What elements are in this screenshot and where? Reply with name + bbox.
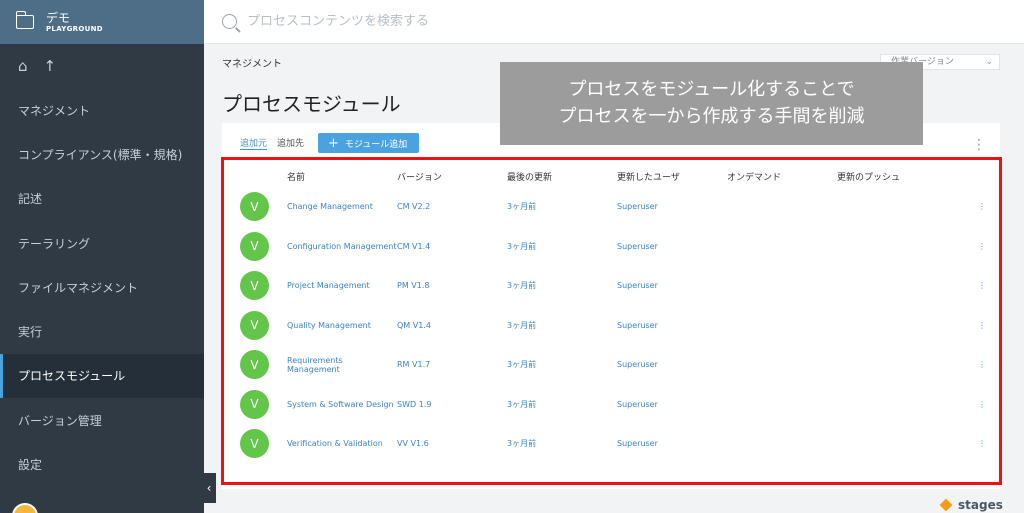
add-module-button[interactable]: + モジュール追加: [318, 133, 419, 153]
add-module-label: モジュール追加: [344, 139, 408, 150]
avatar[interactable]: [12, 503, 38, 513]
callout-line-1: プロセスをモジュール化することで: [568, 79, 855, 100]
tab-bar: 追加元 追加先: [240, 136, 304, 150]
tab-source[interactable]: 追加元: [240, 136, 268, 150]
highlight-frame: [221, 157, 1002, 485]
sidebar-item-compliance[interactable]: コンプライアンス(標準・規格): [0, 132, 204, 176]
callout-line-2: プロセスを一から作成する手間を削減: [558, 106, 865, 127]
chevron-down-icon: ⌄: [985, 57, 993, 67]
sidebar: デモ PLAYGROUND ⌂ ↑ マネジメント コンプライアンス(標準・規格)…: [0, 0, 204, 513]
page-title: プロセスモジュール: [222, 92, 401, 116]
sidebar-item-process-modules[interactable]: プロセスモジュール: [0, 353, 204, 399]
chevron-left-icon: ‹: [206, 481, 212, 495]
nav-icons: ⌂ ↑: [0, 44, 204, 88]
stages-logo: stages: [939, 498, 1003, 512]
sidebar-item-settings[interactable]: 設定: [0, 442, 204, 486]
home-icon[interactable]: ⌂: [18, 57, 28, 75]
breadcrumb[interactable]: マネジメント: [222, 55, 282, 70]
search-input[interactable]: [247, 14, 647, 29]
arrow-up-icon[interactable]: ↑: [44, 57, 57, 75]
workspace-subtitle: PLAYGROUND: [46, 25, 103, 33]
topbar: [204, 0, 1024, 44]
plus-icon: +: [328, 135, 339, 151]
sidebar-item-execution[interactable]: 実行: [0, 309, 204, 353]
callout-note: プロセスをモジュール化することで プロセスを一から作成する手間を削減: [500, 62, 923, 145]
tab-target[interactable]: 追加先: [277, 136, 304, 150]
sidebar-item-version-control[interactable]: バージョン管理: [0, 398, 204, 442]
sidebar-item-file-management[interactable]: ファイルマネジメント: [0, 265, 204, 309]
sidebar-item-management[interactable]: マネジメント: [0, 88, 204, 132]
folder-icon: [15, 11, 34, 29]
sidebar-item-description[interactable]: 記述: [0, 177, 204, 221]
sidebar-item-tailoring[interactable]: テーラリング: [0, 221, 204, 265]
collapse-sidebar-button[interactable]: ‹: [202, 473, 216, 503]
more-vert-icon[interactable]: ⋮: [972, 137, 986, 153]
brand-name: stages: [958, 498, 1003, 512]
workspace-header[interactable]: デモ PLAYGROUND: [0, 0, 204, 44]
workspace-title: デモ: [46, 11, 71, 25]
search-icon: [222, 14, 237, 29]
stages-logo-icon: [939, 498, 953, 512]
